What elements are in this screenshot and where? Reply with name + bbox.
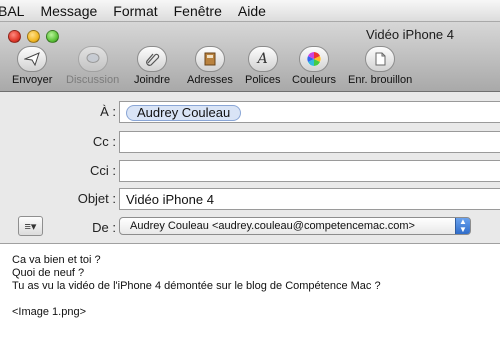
message-body[interactable]: Ca va bien et toi ? Quoi de neuf ? Tu as…: [0, 244, 500, 347]
window-toolbar: Vidéo iPhone 4 Envoyer Discussion Joindr…: [0, 22, 500, 92]
attach-button[interactable]: Joindre: [134, 46, 170, 86]
from-value: Audrey Couleau <audrey.couleau@competenc…: [130, 220, 415, 232]
bcc-label: Cci :: [90, 163, 116, 178]
address-book-icon: [194, 46, 225, 72]
bcc-row: Cci :: [0, 160, 500, 182]
from-label: De :: [92, 220, 116, 235]
addresses-button-label: Adresses: [187, 74, 233, 86]
paperclip-icon: [137, 46, 168, 72]
menu-bal[interactable]: BAL: [0, 0, 32, 22]
body-line: [12, 293, 488, 306]
colors-button[interactable]: Couleurs: [292, 46, 336, 86]
fonts-button[interactable]: A Polices: [245, 46, 280, 86]
body-line: Tu as vu la vidéo de l'iPhone 4 démontée…: [12, 280, 381, 292]
menu-message[interactable]: Message: [32, 0, 105, 22]
body-line: Ca va bien et toi ?: [12, 254, 101, 266]
discussion-button[interactable]: Discussion: [66, 46, 119, 86]
subject-field[interactable]: Vidéo iPhone 4: [119, 188, 500, 210]
menu-format[interactable]: Format: [105, 0, 165, 22]
menu-fenetre[interactable]: Fenêtre: [166, 0, 230, 22]
zoom-window-button[interactable]: [46, 30, 59, 43]
bcc-field[interactable]: [119, 160, 500, 182]
send-button-label: Envoyer: [12, 74, 53, 86]
menu-aide[interactable]: Aide: [230, 0, 274, 22]
to-label: À :: [100, 104, 116, 119]
cc-field[interactable]: [119, 131, 500, 153]
chevron-updown-icon: ▲ ▼: [455, 218, 470, 234]
draft-document-icon: [365, 46, 396, 72]
menu-bar: BAL Message Format Fenêtre Aide: [0, 0, 500, 22]
send-button[interactable]: Envoyer: [12, 46, 52, 86]
window-controls: [8, 30, 59, 43]
fonts-button-label: Polices: [245, 74, 281, 86]
subject-row: Objet : Vidéo iPhone 4: [0, 188, 500, 210]
from-select[interactable]: Audrey Couleau <audrey.couleau@competenc…: [119, 217, 471, 235]
subject-label: Objet :: [77, 191, 116, 206]
cc-label: Cc :: [92, 134, 116, 149]
paper-plane-icon: [17, 46, 48, 72]
discussion-button-label: Discussion: [66, 74, 120, 86]
to-row: À : Audrey Couleau: [0, 101, 500, 123]
window-title: Vidéo iPhone 4: [366, 27, 454, 42]
color-wheel-icon: [299, 46, 330, 72]
body-line: Quoi de neuf ?: [12, 267, 85, 279]
message-headers: À : Audrey Couleau Cc : Cci : Objet : Vi…: [0, 92, 500, 244]
recipient-token[interactable]: Audrey Couleau: [126, 105, 242, 121]
font-icon: A: [247, 46, 278, 72]
colors-button-label: Couleurs: [292, 74, 337, 86]
save-draft-button[interactable]: Enr. brouillon: [348, 46, 412, 86]
close-window-button[interactable]: [8, 30, 21, 43]
attach-button-label: Joindre: [134, 74, 171, 86]
addresses-button[interactable]: Adresses: [187, 46, 233, 86]
attachment-placeholder[interactable]: <Image 1.png>: [12, 306, 488, 319]
minimize-window-button[interactable]: [27, 30, 40, 43]
chat-bubble-icon: [77, 46, 108, 72]
save-draft-button-label: Enr. brouillon: [348, 74, 413, 86]
to-field[interactable]: Audrey Couleau: [119, 101, 500, 123]
cc-row: Cc :: [0, 131, 500, 153]
